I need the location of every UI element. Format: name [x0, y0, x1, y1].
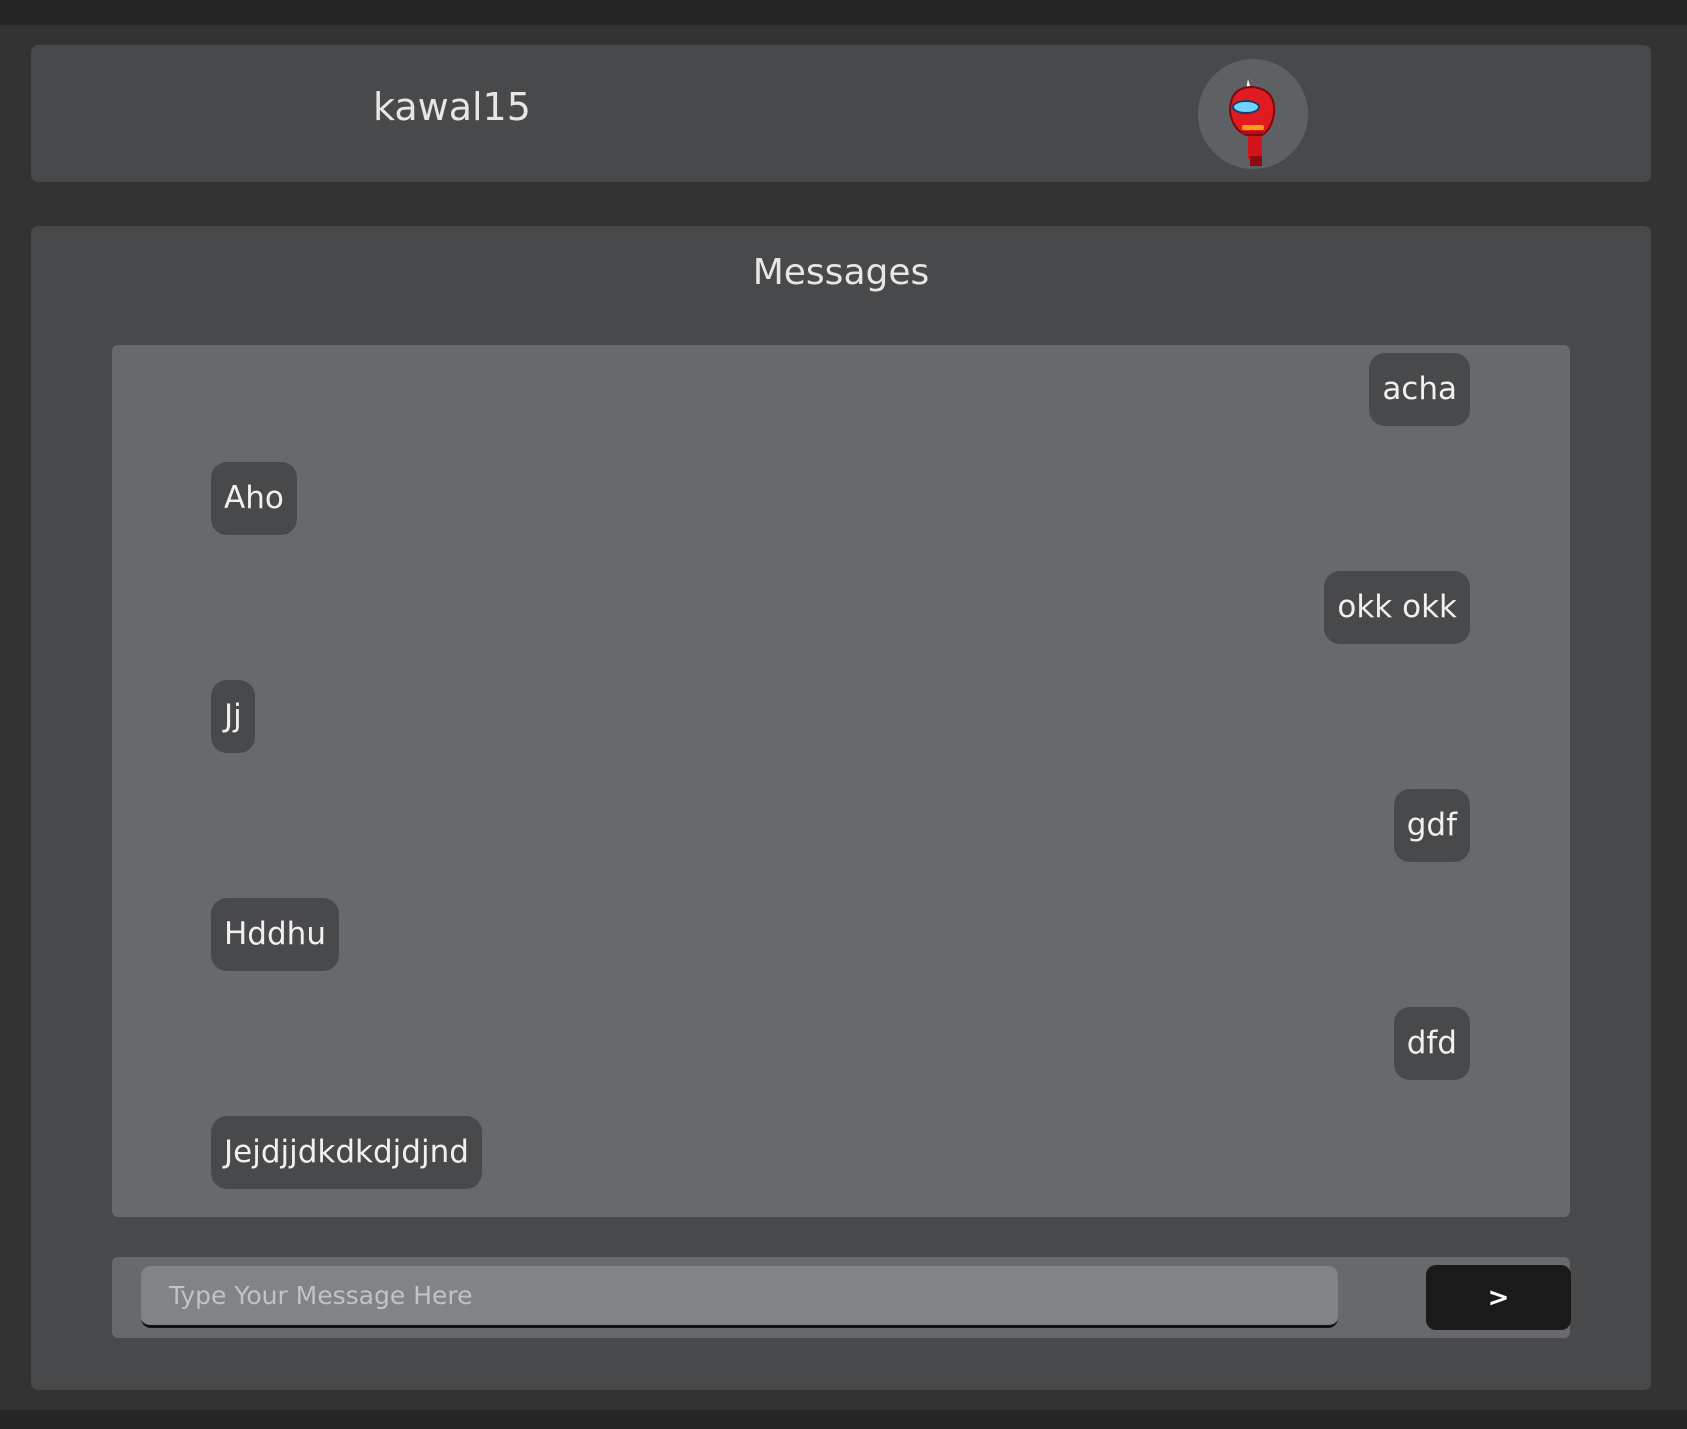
avatar[interactable]	[1198, 59, 1308, 169]
message-composer: >	[112, 1257, 1571, 1338]
send-button[interactable]: >	[1426, 1265, 1571, 1330]
messages-title: Messages	[752, 252, 930, 293]
message-bubble: gdf	[1393, 789, 1470, 862]
message-list[interactable]: acha Aho okk okk Jj gdf Hddhu dfd Jejdjj…	[112, 345, 1570, 1217]
bottom-bar	[0, 1410, 1687, 1429]
app-page: kawal15 Messages acha Aho okk okk Jj gdf…	[0, 25, 1687, 1410]
message-bubble: Aho	[211, 462, 297, 535]
message-input[interactable]	[141, 1266, 1338, 1328]
message-bubble: Hddhu	[211, 898, 339, 971]
message-bubble: Jejdjjdkdkdjdjnd	[211, 1116, 482, 1189]
chat-header: kawal15	[31, 45, 1651, 182]
message-bubble: Jj	[211, 680, 255, 753]
message-bubble: acha	[1369, 353, 1470, 426]
red-robot-avatar-icon	[1228, 79, 1276, 166]
message-bubble: dfd	[1393, 1007, 1470, 1080]
messages-panel: Messages acha Aho okk okk Jj gdf Hddhu d…	[31, 226, 1651, 1390]
message-bubble: okk okk	[1324, 571, 1470, 644]
username-label: kawal15	[373, 85, 531, 129]
